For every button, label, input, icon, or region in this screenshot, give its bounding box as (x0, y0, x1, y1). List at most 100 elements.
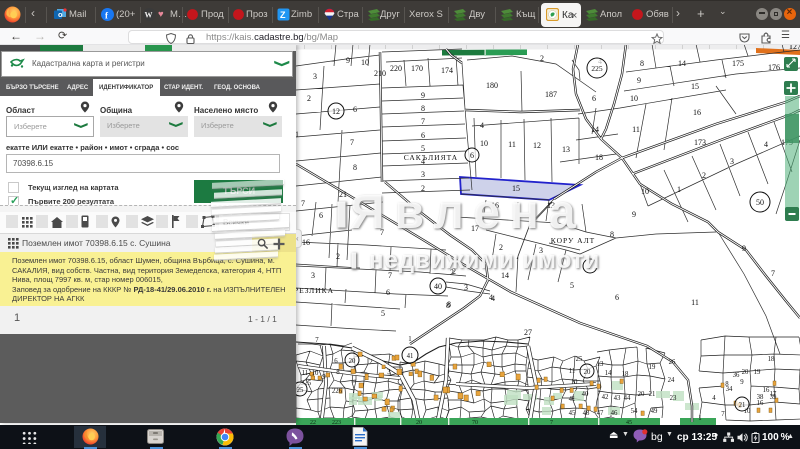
svg-text:21: 21 (339, 190, 347, 199)
svg-text:1: 1 (698, 415, 701, 422)
svg-text:24: 24 (668, 377, 675, 384)
svg-text:14: 14 (678, 59, 686, 68)
svg-text:8: 8 (447, 300, 451, 309)
svg-text:6: 6 (592, 94, 596, 103)
svg-text:16: 16 (757, 400, 764, 407)
svg-text:6: 6 (319, 211, 323, 220)
svg-text:11: 11 (508, 140, 516, 149)
svg-text:220: 220 (390, 64, 402, 73)
svg-text:6: 6 (334, 358, 338, 365)
svg-text:10: 10 (630, 94, 638, 103)
svg-text:16: 16 (693, 108, 701, 117)
svg-text:4: 4 (712, 395, 716, 402)
svg-text:10: 10 (571, 379, 578, 386)
svg-text:7: 7 (301, 199, 305, 208)
svg-text:11: 11 (302, 370, 309, 377)
svg-text:23: 23 (670, 395, 677, 402)
svg-text:11: 11 (569, 368, 576, 375)
svg-text:W: W (145, 11, 153, 20)
svg-text:8: 8 (421, 104, 425, 113)
svg-text:9: 9 (740, 379, 744, 386)
svg-text:1: 1 (677, 185, 681, 194)
svg-text:34: 34 (726, 386, 733, 393)
svg-text:2: 2 (369, 359, 373, 366)
svg-text:21: 21 (649, 391, 656, 398)
svg-text:7: 7 (771, 269, 775, 278)
svg-text:40: 40 (582, 391, 589, 398)
svg-text:27: 27 (524, 328, 532, 337)
svg-text:6: 6 (615, 293, 619, 302)
svg-text:16: 16 (302, 238, 310, 247)
svg-text:43: 43 (614, 395, 621, 402)
svg-text:12: 12 (533, 141, 541, 150)
svg-text:26: 26 (669, 359, 676, 366)
svg-text:5: 5 (421, 144, 425, 153)
svg-text:2: 2 (336, 252, 340, 261)
svg-text:4: 4 (764, 140, 768, 149)
svg-text:11: 11 (632, 125, 640, 134)
svg-text:8: 8 (336, 369, 340, 376)
svg-text:176: 176 (768, 63, 780, 72)
svg-text:10: 10 (312, 370, 319, 377)
svg-text:38: 38 (757, 394, 764, 401)
svg-text:18: 18 (622, 371, 629, 378)
svg-text:Явлена: Явлена (350, 186, 586, 239)
svg-text:o: o (58, 10, 63, 19)
svg-text:170: 170 (411, 64, 423, 73)
svg-text:54: 54 (631, 408, 638, 415)
svg-text:39: 39 (770, 394, 777, 401)
svg-text:40: 40 (434, 282, 442, 291)
svg-text:45: 45 (569, 410, 576, 417)
svg-text:7: 7 (421, 117, 425, 126)
svg-text:36: 36 (733, 372, 740, 379)
svg-text:47: 47 (597, 410, 604, 417)
svg-text:9: 9 (742, 244, 746, 253)
svg-text:173: 173 (694, 138, 706, 147)
svg-text:18: 18 (595, 153, 603, 162)
svg-text:20: 20 (638, 391, 645, 398)
svg-text:3: 3 (464, 283, 468, 292)
svg-text:8: 8 (353, 163, 357, 172)
svg-text:50: 50 (756, 198, 764, 207)
svg-text:недвижими имоти: недвижими имоти (369, 247, 600, 274)
svg-text:15: 15 (691, 82, 699, 91)
svg-text:127: 127 (789, 44, 800, 51)
svg-text:1: 1 (408, 336, 411, 343)
svg-text:13: 13 (562, 145, 570, 154)
svg-text:5: 5 (570, 281, 574, 290)
svg-text:4: 4 (491, 294, 495, 303)
svg-text:210: 210 (374, 69, 386, 78)
svg-text:187: 187 (545, 90, 557, 99)
svg-text:14: 14 (605, 370, 612, 377)
svg-text:10: 10 (641, 187, 649, 196)
svg-text:25: 25 (297, 387, 304, 394)
svg-text:7: 7 (315, 337, 319, 344)
svg-text:3: 3 (387, 369, 391, 376)
svg-text:48: 48 (583, 410, 590, 417)
svg-text:4: 4 (480, 121, 484, 130)
svg-text:9: 9 (421, 91, 425, 100)
svg-text:180: 180 (486, 81, 498, 90)
svg-text:10: 10 (361, 58, 369, 67)
svg-text:7: 7 (350, 138, 354, 147)
svg-text:174: 174 (441, 66, 453, 75)
svg-text:41: 41 (407, 353, 414, 360)
svg-text:Z: Z (280, 10, 286, 20)
svg-text:25: 25 (576, 356, 583, 363)
svg-text:20: 20 (349, 358, 356, 365)
svg-text:20: 20 (742, 369, 749, 376)
svg-text:19: 19 (754, 369, 761, 376)
svg-text:6: 6 (470, 151, 474, 160)
svg-text:3: 3 (421, 170, 425, 179)
svg-text:3: 3 (730, 157, 734, 166)
svg-text:1: 1 (296, 130, 299, 139)
svg-text:42: 42 (602, 394, 609, 401)
svg-text:9: 9 (632, 210, 636, 219)
svg-text:46: 46 (611, 410, 618, 417)
svg-text:3: 3 (313, 72, 317, 81)
svg-text:3: 3 (311, 271, 315, 280)
svg-text:7: 7 (721, 411, 725, 418)
svg-text:19: 19 (649, 364, 656, 371)
svg-text:6: 6 (353, 105, 357, 114)
svg-text:6: 6 (421, 131, 425, 140)
